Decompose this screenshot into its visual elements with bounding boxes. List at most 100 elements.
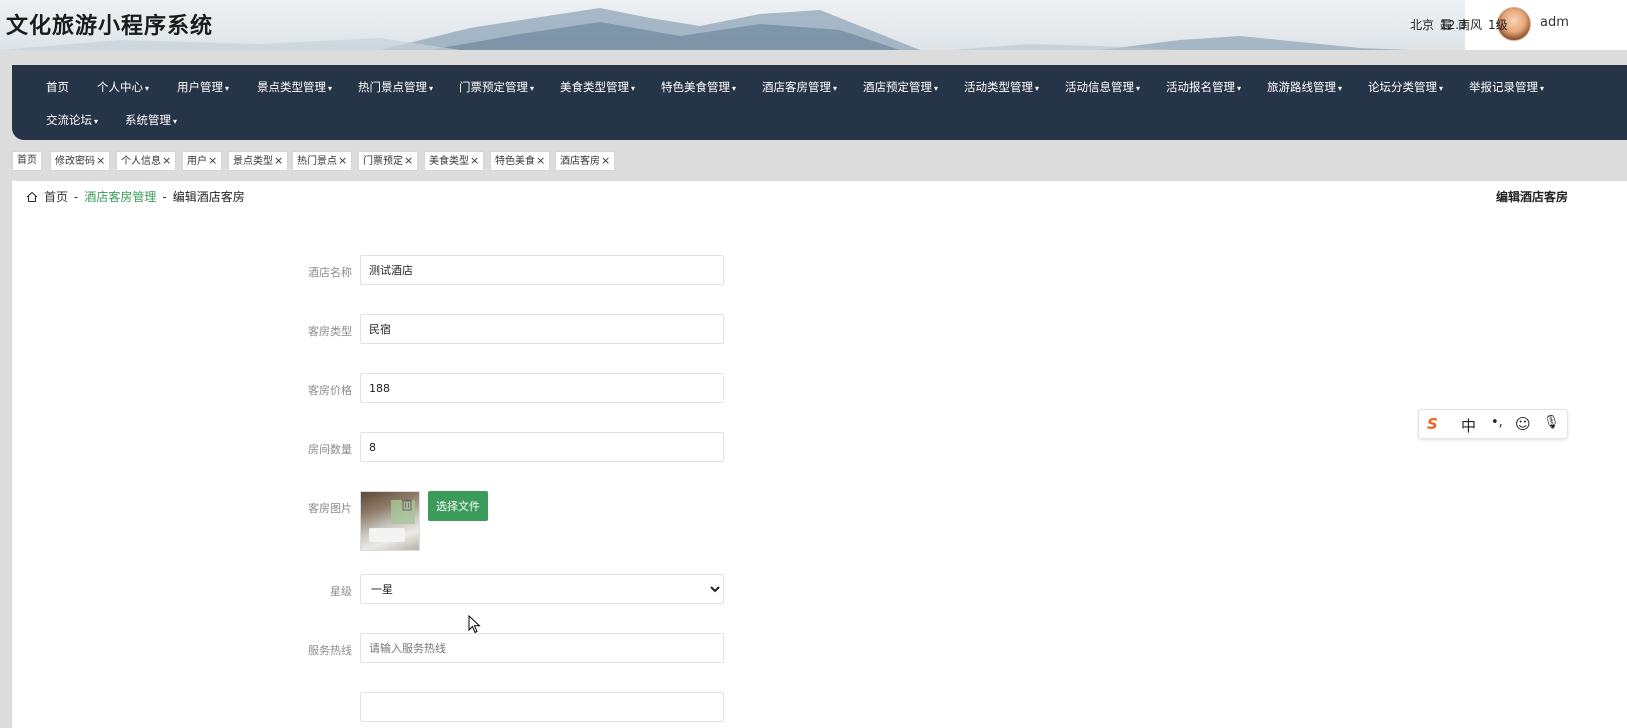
close-icon[interactable]: × (470, 154, 479, 167)
top-header: 文化旅游小程序系统 北京 12.3° adm 霾 南风 1级 (0, 0, 1627, 50)
tab-ticket-booking[interactable]: 门票预定× (358, 151, 419, 171)
caret-down-icon: ▾ (833, 84, 838, 93)
nav-item-ticket-booking-management[interactable]: 门票预定管理 ▾ (459, 79, 534, 95)
username[interactable]: adm (1540, 15, 1569, 30)
nav-item-label: 交流论坛 (46, 113, 92, 127)
breadcrumb-separator: - (162, 189, 167, 204)
nav-item-forum[interactable]: 交流论坛 ▾ (46, 112, 98, 128)
tab-label: 个人信息 (121, 156, 161, 167)
nav-item-label: 活动信息管理 (1065, 80, 1134, 94)
nav-item-hotel-booking-management[interactable]: 酒店预定管理 ▾ (863, 79, 938, 95)
close-icon[interactable]: × (208, 154, 217, 167)
weather-detail: 霾 南风 1级 (1440, 16, 1508, 33)
tab-user[interactable]: 用户× (182, 151, 223, 171)
tab-label: 美食类型 (429, 156, 469, 167)
nav-item-scenic-type-management[interactable]: 景点类型管理 ▾ (257, 79, 332, 95)
nav-item-label: 门票预定管理 (459, 80, 528, 94)
mouse-cursor-icon (468, 615, 481, 634)
nav-item-activity-type-management[interactable]: 活动类型管理 ▾ (964, 79, 1039, 95)
caret-down-icon: ▾ (429, 84, 434, 93)
tab-label: 热门景点 (297, 156, 337, 167)
nav-item-specialty-food-management[interactable]: 特色美食管理 ▾ (661, 79, 736, 95)
nav-item-travel-route-management[interactable]: 旅游路线管理 ▾ (1267, 79, 1342, 95)
caret-down-icon: ▾ (225, 84, 230, 93)
close-icon[interactable]: × (404, 154, 413, 167)
nav-item-user-management[interactable]: 用户管理 ▾ (177, 79, 229, 95)
caret-down-icon: ▾ (94, 117, 99, 126)
hotel-name-input[interactable] (360, 255, 724, 285)
nav-item-label: 论坛分类管理 (1368, 80, 1437, 94)
nav-item-label: 活动类型管理 (964, 80, 1033, 94)
nav-item-label: 酒店预定管理 (863, 80, 932, 94)
service-hotline-input[interactable] (360, 633, 724, 663)
close-icon[interactable]: × (274, 154, 283, 167)
main-nav: 首页 个人中心 ▾ 用户管理 ▾ 景点类型管理 ▾ 热门景点管理 ▾ 门票预定管理 ▾ 美… (12, 65, 1627, 140)
tab-home[interactable]: 首页 (12, 151, 42, 171)
home-icon (26, 191, 38, 202)
star-level-label: 星级 (330, 585, 352, 598)
nav-item-label: 举报记录管理 (1469, 80, 1538, 94)
caret-down-icon: ▾ (631, 84, 636, 93)
nav-item-forum-category-management[interactable]: 论坛分类管理 ▾ (1368, 79, 1443, 95)
tab-change-password[interactable]: 修改密码× (50, 151, 111, 171)
nav-item-label: 个人中心 (97, 80, 143, 94)
tab-personal-info[interactable]: 个人信息× (116, 151, 177, 171)
tab-label: 用户 (187, 156, 207, 167)
nav-item-personal-center[interactable]: 个人中心 ▾ (97, 79, 149, 95)
punctuation-icon[interactable]: •, (1491, 415, 1503, 430)
room-type-input[interactable] (360, 314, 724, 344)
close-icon[interactable]: × (338, 154, 347, 167)
main-content: 首页 - 酒店客房管理 - 编辑酒店客房 编辑酒店客房 酒店名称 客房类型 客房… (12, 181, 1627, 728)
tab-specialty-food[interactable]: 特色美食× (490, 151, 551, 171)
nav-item-activity-info-management[interactable]: 活动信息管理 ▾ (1065, 79, 1140, 95)
ime-toolbar[interactable]: S 中 •, ☺ 🎙 (1418, 409, 1568, 439)
room-price-label: 客房价格 (308, 384, 352, 397)
room-image-label: 客房图片 (308, 502, 352, 515)
close-icon[interactable]: × (536, 154, 545, 167)
star-level-select[interactable]: 一星 (360, 574, 724, 604)
tab-food-type[interactable]: 美食类型× (424, 151, 485, 171)
emoji-icon[interactable]: ☺ (1515, 415, 1531, 433)
nav-item-hot-scenic-management[interactable]: 热门景点管理 ▾ (358, 79, 433, 95)
choose-file-button[interactable]: 选择文件 (428, 491, 488, 521)
tab-label: 特色美食 (495, 156, 535, 167)
tab-label: 门票预定 (363, 156, 403, 167)
breadcrumb-parent[interactable]: 酒店客房管理 (84, 188, 156, 205)
nav-item-label: 景点类型管理 (257, 80, 326, 94)
breadcrumb-home[interactable]: 首页 (44, 188, 68, 205)
tab-label: 修改密码 (55, 156, 95, 167)
room-count-input[interactable] (360, 432, 724, 462)
tab-label: 酒店客房 (560, 156, 600, 167)
app-title: 文化旅游小程序系统 (6, 14, 214, 39)
nav-item-label: 用户管理 (177, 80, 223, 94)
sogou-logo-icon[interactable]: S (1427, 415, 1438, 433)
nav-item-label: 热门景点管理 (358, 80, 427, 94)
microphone-icon[interactable]: 🎙 (1543, 415, 1560, 430)
trash-icon[interactable] (400, 497, 414, 511)
close-icon[interactable]: × (96, 154, 105, 167)
weather-level: 1级 (1488, 18, 1508, 32)
weather-wind: 南风 (1458, 18, 1483, 32)
nav-item-hotel-room-management[interactable]: 酒店客房管理 ▾ (762, 79, 837, 95)
nav-item-food-type-management[interactable]: 美食类型管理 ▾ (560, 79, 635, 95)
close-icon[interactable]: × (162, 154, 171, 167)
breadcrumb: 首页 - 酒店客房管理 - 编辑酒店客房 (26, 188, 245, 205)
next-field-input[interactable] (360, 692, 724, 722)
nav-item-home[interactable]: 首页 (46, 79, 69, 95)
tab-scenic-type[interactable]: 景点类型× (228, 151, 289, 171)
ime-mode-toggle[interactable]: 中 (1461, 415, 1476, 436)
weather-city: 北京 (1410, 18, 1435, 32)
room-count-label: 房间数量 (308, 443, 352, 456)
room-type-label: 客房类型 (308, 325, 352, 338)
nav-item-activity-signup-management[interactable]: 活动报名管理 ▾ (1166, 79, 1241, 95)
room-price-input[interactable] (360, 373, 724, 403)
nav-item-report-record-management[interactable]: 举报记录管理 ▾ (1469, 79, 1544, 95)
weather-condition: 霾 (1440, 18, 1453, 32)
nav-item-system-management[interactable]: 系统管理 ▾ (125, 112, 177, 128)
service-hotline-label: 服务热线 (308, 644, 352, 657)
tab-hot-scenic[interactable]: 热门景点× (292, 151, 353, 171)
close-icon[interactable]: × (601, 154, 610, 167)
nav-item-label: 活动报名管理 (1166, 80, 1235, 94)
caret-down-icon: ▾ (1338, 84, 1343, 93)
tab-hotel-room[interactable]: 酒店客房× (555, 151, 616, 171)
